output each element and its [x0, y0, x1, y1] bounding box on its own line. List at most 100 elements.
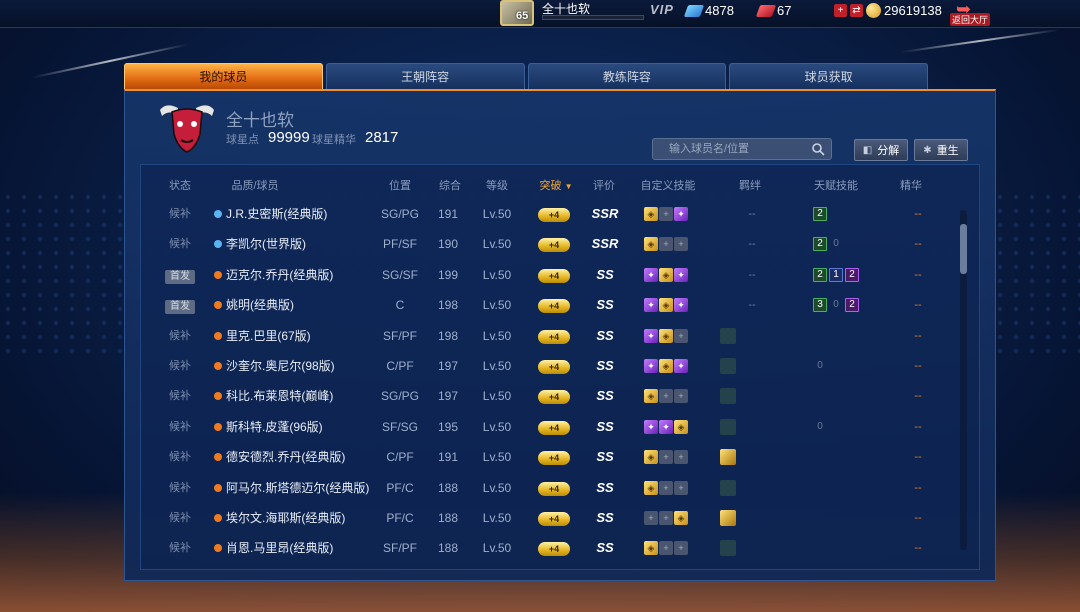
table-row[interactable]: 候补 肖恩.马里昂(经典版) SF/PF 188 Lv.50 +4 SS ◈ + + -- [142, 533, 957, 563]
header-overall[interactable]: 综合 [439, 177, 461, 193]
skill-icon[interactable]: ◈ [659, 298, 673, 313]
search-input[interactable] [653, 139, 803, 159]
header-skills[interactable]: 自定义技能 [641, 177, 696, 193]
talent-level[interactable]: 0 [813, 420, 827, 434]
skill-icon[interactable]: ◈ [644, 207, 658, 221]
decompose-button[interactable]: ◧ 分解 [854, 139, 908, 161]
header-player[interactable]: 品质/球员 [231, 177, 278, 193]
talent-level[interactable]: 0 [829, 298, 843, 312]
talent-level[interactable]: 2 [813, 237, 827, 252]
skill-icon[interactable]: ✦ [674, 359, 688, 373]
skill-icon[interactable]: ✦ [674, 267, 688, 282]
table-row[interactable]: 候补 阿马尔.斯塔德迈尔(经典版) PF/C 188 Lv.50 +4 SS ◈ + + -- [142, 473, 957, 503]
star-essence-label: 球星精华 [312, 134, 356, 146]
table-row[interactable]: 首发 姚明(经典版) C 198 Lv.50 +4 SS ✦ ◈ ✦ -- 3 0 2 -- [142, 290, 957, 320]
skill-icon[interactable]: ◈ [674, 511, 688, 525]
skill-icon[interactable]: ◈ [659, 359, 673, 373]
header-talents[interactable]: 天赋技能 [814, 177, 858, 193]
search-icon[interactable] [811, 142, 825, 156]
vip-badge[interactable]: VIP [650, 2, 674, 17]
tab-player-acquire[interactable]: 球员获取 [729, 63, 928, 89]
table-row[interactable]: 候补 科比.布莱恩特(巅峰) SG/PG 197 Lv.50 +4 SS ◈ + + -- [142, 381, 957, 411]
talent-level[interactable]: 1 [829, 267, 843, 282]
quality-dot-icon [214, 270, 222, 279]
player-grade: SS [596, 358, 614, 373]
scroll-thumb[interactable] [960, 224, 967, 274]
header-breakthrough[interactable]: 突破 ▼ [540, 177, 573, 193]
header-grade[interactable]: 评价 [593, 177, 615, 193]
talent-level[interactable]: 3 [813, 298, 827, 313]
header-position[interactable]: 位置 [389, 177, 411, 193]
skill-icon[interactable]: ◈ [644, 389, 658, 404]
tab-dynasty-lineup[interactable]: 王朝阵容 [325, 63, 525, 89]
skill-icon[interactable]: ◈ [659, 267, 673, 282]
skill-icon[interactable]: ✦ [644, 419, 658, 434]
skill-icon[interactable]: ✦ [644, 267, 658, 282]
header-level[interactable]: 等级 [486, 177, 508, 193]
bond-icon[interactable] [720, 327, 736, 344]
skill-icon[interactable]: ✦ [644, 328, 658, 343]
empty-skill-slot-icon[interactable]: + [659, 389, 673, 404]
skill-icon[interactable]: ✦ [674, 207, 688, 221]
empty-skill-slot-icon[interactable]: + [674, 389, 688, 404]
skill-icon[interactable]: ◈ [644, 541, 658, 556]
empty-skill-slot-icon[interactable]: + [644, 511, 658, 525]
skill-icon[interactable]: ✦ [674, 298, 688, 313]
table-scrollbar[interactable] [960, 210, 967, 550]
skill-icon[interactable]: ◈ [644, 480, 658, 495]
bond-icon[interactable] [720, 388, 736, 405]
header-bonds[interactable]: 羁绊 [739, 177, 761, 193]
empty-skill-slot-icon[interactable]: + [674, 541, 688, 556]
bulls-logo-icon [160, 105, 214, 153]
empty-skill-slot-icon[interactable]: + [659, 450, 673, 465]
bond-icon[interactable] [720, 418, 736, 435]
skill-icon[interactable]: ◈ [659, 328, 673, 343]
rebirth-button[interactable]: ✱ 重生 [914, 139, 968, 161]
tab-my-players[interactable]: 我的球员 [124, 63, 323, 89]
table-row[interactable]: 候补 斯科特.皮蓬(96版) SF/SG 195 Lv.50 +4 SS ✦ ✦ ◈ 0 -- [142, 412, 957, 442]
exp-bar [542, 15, 644, 20]
team-name: 全十也软 [226, 111, 294, 130]
add-icon[interactable]: + [834, 4, 847, 17]
empty-skill-slot-icon[interactable]: + [659, 207, 673, 221]
talent-level[interactable]: 0 [813, 359, 827, 373]
empty-skill-slot-icon[interactable]: + [659, 541, 673, 556]
empty-skill-slot-icon[interactable]: + [674, 328, 688, 343]
bond-icon[interactable] [720, 449, 736, 466]
skill-icon[interactable]: ◈ [674, 419, 688, 434]
talent-level[interactable]: 2 [845, 267, 859, 282]
header-status[interactable]: 状态 [169, 177, 191, 193]
talent-level[interactable]: 0 [829, 237, 843, 251]
table-row[interactable]: 候补 里克.巴里(67版) SF/PF 198 Lv.50 +4 SS ✦ ◈ + -- [142, 321, 957, 351]
tab-coach-lineup[interactable]: 教练阵容 [527, 63, 727, 89]
empty-skill-slot-icon[interactable]: + [659, 511, 673, 525]
table-row[interactable]: 候补 埃尔文.海耶斯(经典版) PF/C 188 Lv.50 +4 SS + + ◈ -- [142, 503, 957, 533]
empty-skill-slot-icon[interactable]: + [659, 237, 673, 252]
talent-level[interactable]: 2 [813, 267, 827, 282]
bond-icon[interactable] [720, 358, 736, 374]
skill-icon[interactable]: ✦ [659, 419, 673, 434]
bond-icon[interactable] [720, 510, 736, 526]
bond-icon[interactable] [720, 479, 736, 496]
talent-level[interactable]: 2 [813, 207, 827, 221]
empty-skill-slot-icon[interactable]: + [659, 480, 673, 495]
skill-icon[interactable]: ✦ [644, 359, 658, 373]
back-to-lobby-button[interactable]: ➥ 返回大厅 [948, 0, 992, 26]
table-row[interactable]: 首发 迈克尔.乔丹(经典版) SG/SF 199 Lv.50 +4 SS ✦ ◈ ✦ -- 2 1 2 -- [142, 260, 957, 290]
skill-icon[interactable]: ◈ [644, 450, 658, 465]
table-row[interactable]: 候补 德安德烈.乔丹(经典版) C/PF 191 Lv.50 +4 SS ◈ + + -- [142, 442, 957, 472]
skill-icon[interactable]: ✦ [644, 298, 658, 313]
skill-icon[interactable]: ◈ [644, 237, 658, 252]
talent-level[interactable]: 2 [845, 298, 859, 313]
quality-dot-icon [214, 544, 222, 553]
ticket-icon [755, 4, 777, 17]
empty-skill-slot-icon[interactable]: + [674, 480, 688, 495]
empty-skill-slot-icon[interactable]: + [674, 450, 688, 465]
empty-skill-slot-icon[interactable]: + [674, 237, 688, 252]
table-row[interactable]: 候补 李凯尔(世界版) PF/SF 190 Lv.50 +4 SSR ◈ + + -- 2 0 -- [142, 229, 957, 259]
exchange-icon[interactable]: ⇄ [850, 4, 863, 17]
bond-icon[interactable] [720, 540, 736, 557]
table-row[interactable]: 候补 沙奎尔.奥尼尔(98版) C/PF 197 Lv.50 +4 SS ✦ ◈ ✦ 0 -- [142, 351, 957, 381]
table-row[interactable]: 候补 J.R.史密斯(经典版) SG/PG 191 Lv.50 +4 SSR ◈ + ✦ -- 2 -- [142, 199, 957, 229]
header-essence[interactable]: 精华 [900, 177, 922, 193]
